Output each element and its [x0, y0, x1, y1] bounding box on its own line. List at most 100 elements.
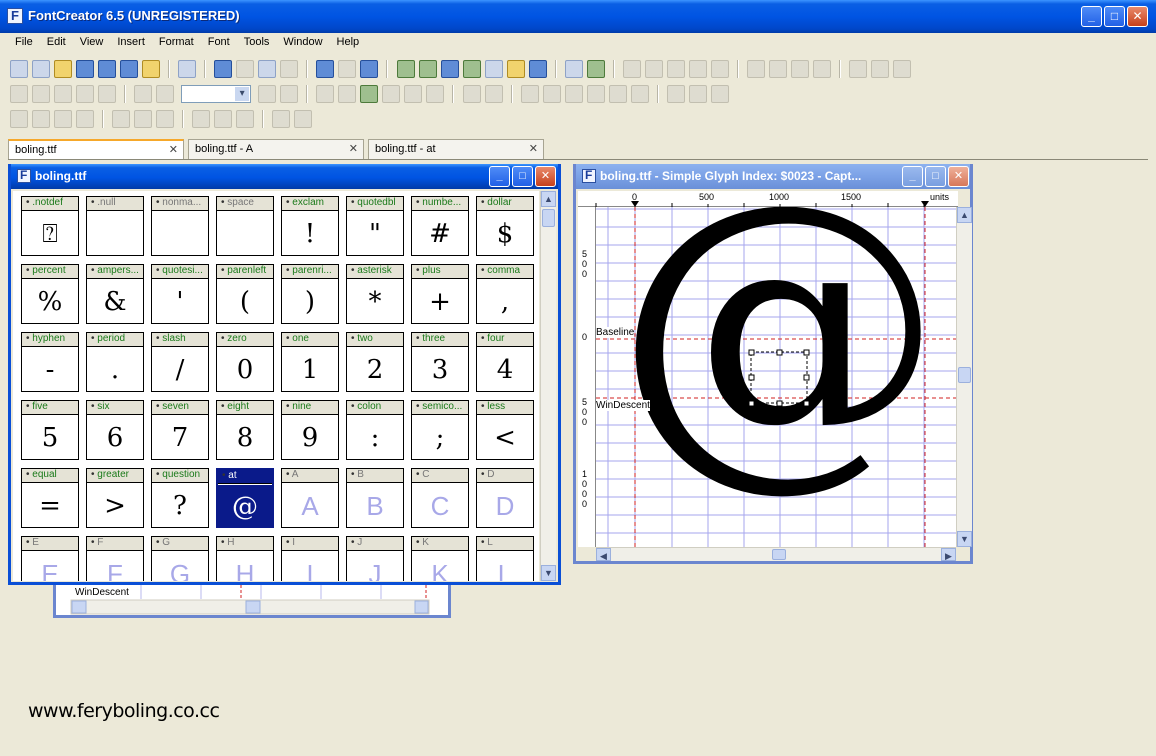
tab-boling-ttf-at[interactable]: boling.ttf - at ✕: [368, 139, 544, 159]
menu-help[interactable]: Help: [330, 33, 367, 51]
paste-icon[interactable]: [280, 60, 299, 78]
glyph-cell[interactable]: three 3: [411, 332, 469, 392]
save-all-icon[interactable]: [120, 60, 138, 78]
glyph-cell[interactable]: one 1: [281, 332, 339, 392]
glyph-cell[interactable]: asterisk *: [346, 264, 404, 324]
validate-icon[interactable]: [462, 60, 481, 78]
glyph-cell[interactable]: space: [216, 196, 274, 256]
glyph-cell[interactable]: BB: [346, 468, 404, 528]
zoom-fit-icon[interactable]: [258, 85, 277, 103]
edit-vertical-scrollbar[interactable]: ▲ ▼: [956, 207, 972, 547]
glyph-cell[interactable]: eight 8: [216, 400, 274, 460]
text-icon[interactable]: [484, 60, 503, 78]
pencil-icon[interactable]: [98, 85, 116, 103]
scroll-thumb[interactable]: [772, 549, 786, 560]
arrange-back-icon[interactable]: [76, 110, 94, 128]
glyph-cell[interactable]: quotedbl ": [346, 196, 404, 256]
redo-icon[interactable]: [338, 60, 357, 78]
arrange-forward-icon[interactable]: [32, 110, 50, 128]
align-center-icon[interactable]: [134, 110, 153, 128]
close-button[interactable]: ✕: [535, 166, 556, 187]
scroll-down-icon[interactable]: ▼: [957, 531, 972, 547]
scroll-up-icon[interactable]: ▲: [957, 207, 972, 223]
glyph-cell[interactable]: CC: [411, 468, 469, 528]
zoom-in-icon[interactable]: [134, 85, 153, 103]
metrics-icon[interactable]: [608, 85, 627, 103]
maximize-button[interactable]: □: [512, 166, 533, 187]
find-icon[interactable]: [214, 60, 233, 78]
glyph-cell[interactable]: seven 7: [151, 400, 209, 460]
glyph-cell[interactable]: plus +: [411, 264, 469, 324]
mirror-icon[interactable]: [768, 60, 787, 78]
sort-icon[interactable]: [440, 60, 459, 78]
glyph-cell[interactable]: zero 0: [216, 332, 274, 392]
glyph-cell[interactable]: quotesi... ': [151, 264, 209, 324]
preview-icon[interactable]: [564, 60, 583, 78]
glyph-cell[interactable]: LL: [476, 536, 534, 581]
glyph-cell[interactable]: slash /: [151, 332, 209, 392]
glyph-cell[interactable]: equal =: [21, 468, 79, 528]
rectangle-icon[interactable]: [404, 85, 423, 103]
test-icon[interactable]: [506, 60, 525, 78]
zoom-select-icon[interactable]: [280, 85, 299, 103]
menu-edit[interactable]: Edit: [40, 33, 73, 51]
glyph-cell[interactable]: colon:: [346, 400, 404, 460]
edit-horizontal-scrollbar[interactable]: ◀ ▶: [596, 547, 956, 561]
cut-icon[interactable]: [236, 60, 255, 78]
contour-icon[interactable]: [338, 85, 357, 103]
glyph-cell[interactable]: nonma...: [151, 196, 209, 256]
grid-icon[interactable]: [520, 85, 539, 103]
maximize-button[interactable]: □: [1104, 6, 1125, 27]
scroll-left-icon[interactable]: ◀: [596, 548, 611, 561]
hand-icon[interactable]: [54, 85, 72, 103]
glyph-cell[interactable]: II: [281, 536, 339, 581]
lock-icon[interactable]: [688, 60, 707, 78]
glyph-cell[interactable]: DD: [476, 468, 534, 528]
glyph-cell[interactable]: JJ: [346, 536, 404, 581]
zoom-out-icon[interactable]: [156, 85, 175, 103]
menu-format[interactable]: Format: [152, 33, 201, 51]
save-as-icon[interactable]: [98, 60, 116, 78]
glyph-cell[interactable]: greater >: [86, 468, 144, 528]
minimize-button[interactable]: _: [489, 166, 510, 187]
maximize-button[interactable]: □: [925, 166, 946, 187]
menu-window[interactable]: Window: [276, 33, 329, 51]
glyph-canvas[interactable]: @ Baseline WinDescent: [596, 207, 958, 547]
distribute-vertical-icon[interactable]: [294, 110, 313, 128]
minimize-button[interactable]: _: [1081, 6, 1102, 27]
transform-icon[interactable]: [688, 85, 707, 103]
percent-icon[interactable]: [666, 85, 685, 103]
align-middle-icon[interactable]: [214, 110, 233, 128]
new-icon[interactable]: [10, 60, 28, 78]
glyph-cell[interactable]: parenleft (: [216, 264, 274, 324]
open-icon[interactable]: [54, 60, 72, 78]
settings-icon[interactable]: [666, 60, 685, 78]
new-font-icon[interactable]: [32, 60, 50, 78]
align-left-icon[interactable]: [112, 110, 131, 128]
glyph-cell[interactable]: nine 9: [281, 400, 339, 460]
print-icon[interactable]: [178, 60, 197, 78]
glyph-cell[interactable]: .notdef ⍰: [21, 196, 79, 256]
flip-icon[interactable]: [746, 60, 765, 78]
guidelines-icon[interactable]: [542, 85, 561, 103]
glyph-cell[interactable]: AA: [281, 468, 339, 528]
arrange-backward-icon[interactable]: [54, 110, 72, 128]
intersect-icon[interactable]: [871, 60, 889, 78]
skew-icon[interactable]: [812, 60, 831, 78]
folder-icon[interactable]: [142, 60, 160, 78]
glyph-grid-scrollbar[interactable]: ▲ ▼: [540, 191, 556, 581]
add-text-icon[interactable]: [586, 60, 605, 78]
glyph-cell[interactable]: at@: [216, 468, 274, 528]
tab-boling-ttf-a[interactable]: boling.ttf - A ✕: [188, 139, 364, 159]
export-icon[interactable]: [710, 60, 729, 78]
glyph-cell[interactable]: .null: [86, 196, 144, 256]
glyph-cell[interactable]: parenri...): [281, 264, 339, 324]
glyph-cell[interactable]: six 6: [86, 400, 144, 460]
next-glyph-icon[interactable]: [484, 85, 503, 103]
scroll-right-icon[interactable]: ▶: [941, 548, 956, 561]
subtract-icon[interactable]: [893, 60, 911, 78]
glyph-cell[interactable]: percent%: [21, 264, 79, 324]
trace-icon[interactable]: [382, 85, 401, 103]
glyph-cell[interactable]: five 5: [21, 400, 79, 460]
tab-boling-ttf[interactable]: boling.ttf ✕: [8, 139, 184, 159]
